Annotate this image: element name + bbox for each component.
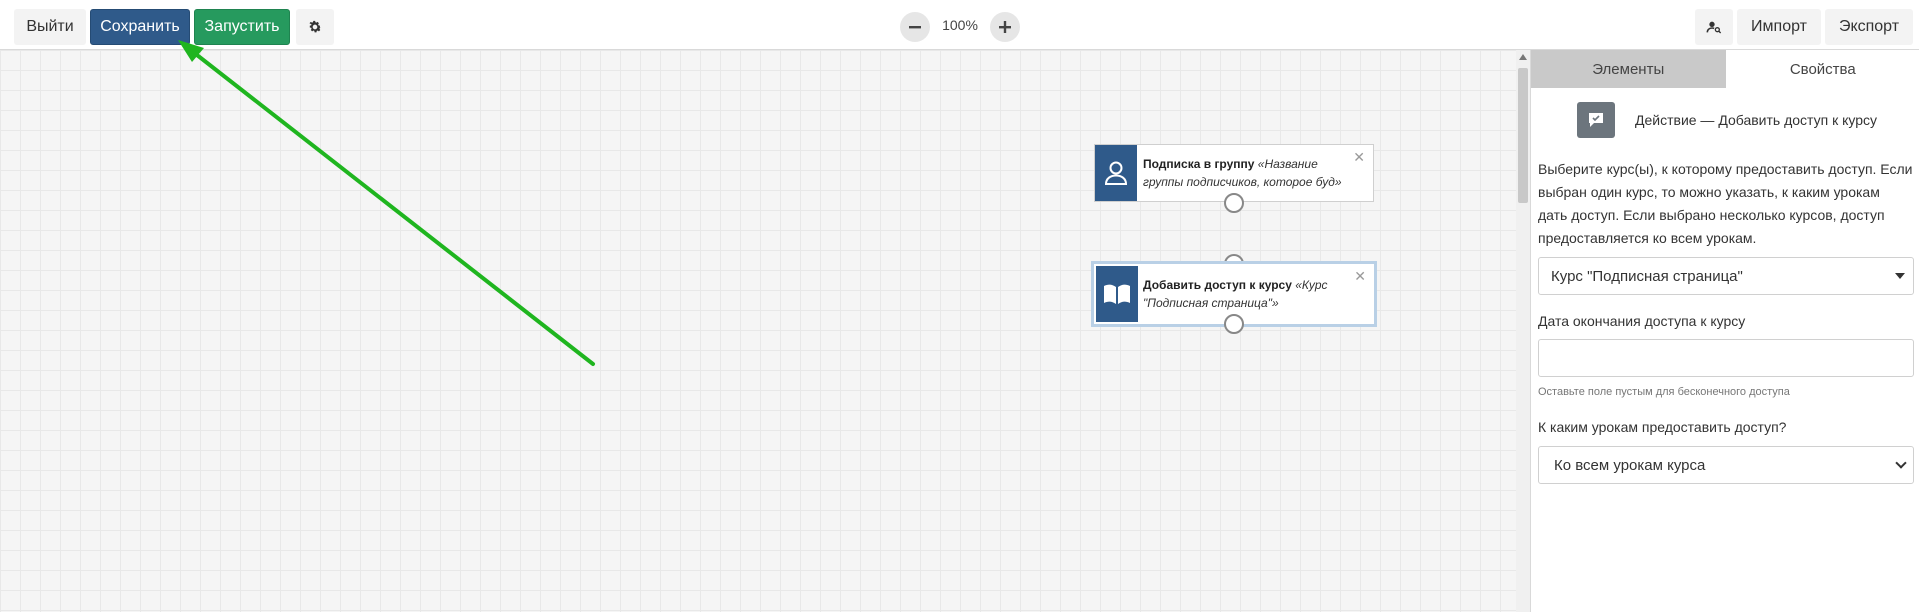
date-hint: Оставьте поле пустым для бесконечного до… — [1538, 386, 1790, 398]
caret-down-icon — [1895, 273, 1905, 279]
lessons-select-value: Ко всем урокам курса — [1554, 456, 1706, 474]
tab-properties[interactable]: Свойства — [1725, 50, 1919, 88]
canvas-scrollbar[interactable] — [1516, 50, 1530, 612]
close-icon[interactable]: ✕ — [1353, 149, 1365, 166]
scroll-thumb[interactable] — [1518, 68, 1528, 203]
export-button[interactable]: Экспорт — [1825, 9, 1913, 45]
node-icon-box — [1095, 145, 1137, 201]
node-title: Добавить доступ к курсу — [1143, 278, 1292, 292]
toolbar: Выйти Сохранить Запустить 100% Импорт Эк… — [0, 0, 1919, 50]
action-title: Действие — Добавить доступ к курсу — [1635, 112, 1878, 128]
zoom-level: 100% — [942, 17, 978, 33]
output-port[interactable] — [1224, 193, 1244, 213]
exit-button[interactable]: Выйти — [14, 9, 86, 45]
tab-elements[interactable]: Элементы — [1531, 50, 1726, 88]
zoom-out-button[interactable] — [900, 12, 930, 42]
plus-icon — [999, 21, 1011, 33]
output-port[interactable] — [1224, 314, 1244, 334]
comment-icon — [1589, 113, 1603, 127]
node-text: Добавить доступ к курсу «Курс "Подписная… — [1143, 276, 1360, 312]
panel-tabs: Элементы Свойства — [1531, 50, 1919, 88]
scroll-up-arrow-icon[interactable] — [1519, 54, 1527, 60]
date-label: Дата окончания доступа к курсу — [1538, 313, 1746, 329]
lessons-label: К каким урокам предоставить доступ? — [1538, 419, 1787, 435]
properties-panel: Элементы Свойства Действие — Добавить до… — [1530, 50, 1919, 612]
course-select[interactable]: Курс "Подписная страница" — [1538, 257, 1914, 295]
node-icon-box — [1096, 266, 1138, 322]
book-icon — [1104, 284, 1130, 304]
node-title: Подписка в группу — [1143, 157, 1255, 171]
settings-button[interactable] — [296, 9, 334, 45]
action-header: Действие — Добавить доступ к курсу — [1577, 102, 1877, 138]
action-icon-box — [1577, 102, 1615, 138]
run-button[interactable]: Запустить — [194, 9, 290, 45]
user-search-icon — [1706, 21, 1722, 34]
user-icon — [1104, 161, 1128, 185]
minus-icon — [909, 26, 921, 29]
access-end-date-input[interactable] — [1538, 339, 1914, 377]
import-button[interactable]: Импорт — [1737, 9, 1821, 45]
action-description: Выберите курс(ы), к которому предоставит… — [1538, 161, 1913, 246]
chevron-down-icon — [1895, 457, 1907, 469]
close-icon[interactable]: ✕ — [1354, 268, 1366, 285]
course-select-value: Курс "Подписная страница" — [1551, 267, 1743, 285]
lessons-select[interactable]: Ко всем урокам курса — [1538, 446, 1914, 484]
workflow-canvas[interactable]: Подписка в группу «Название группы подпи… — [0, 50, 1516, 612]
find-user-button[interactable] — [1695, 9, 1733, 45]
gear-icon — [309, 20, 322, 33]
save-button[interactable]: Сохранить — [90, 9, 190, 45]
zoom-in-button[interactable] — [990, 12, 1020, 42]
node-text: Подписка в группу «Название группы подпи… — [1143, 155, 1359, 191]
